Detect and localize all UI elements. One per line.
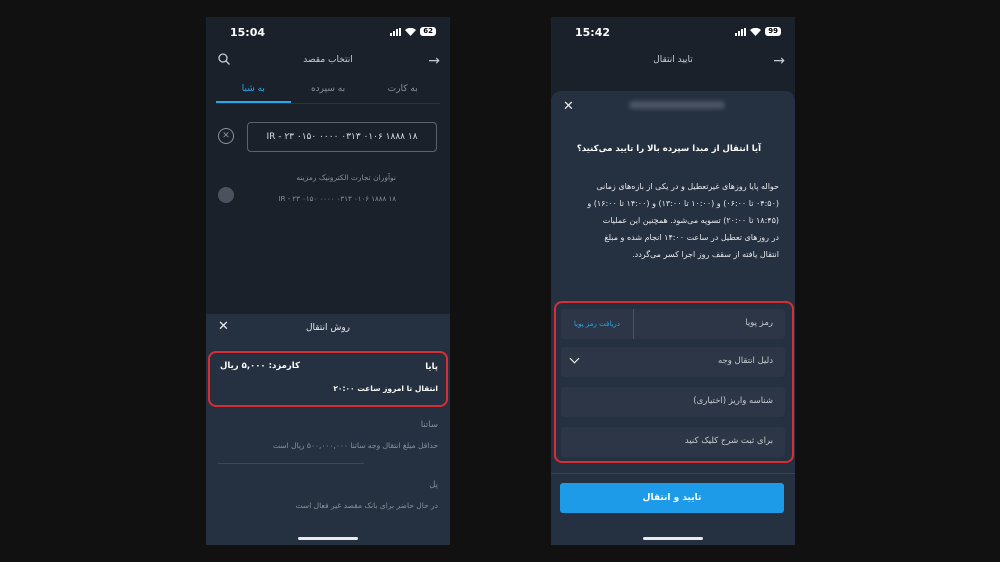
- nav-bar: انتخاب مقصد →: [206, 51, 450, 75]
- back-arrow-icon[interactable]: →: [773, 53, 785, 69]
- confirm-question: آیا انتقال از مبدا سپرده بالا را تایید م…: [576, 144, 761, 154]
- wifi-icon: [405, 27, 417, 36]
- method-desc: در حال حاضر برای بانک مقصد غیر فعال است: [295, 501, 438, 510]
- method-desc: حداقل مبلغ انتقال وجه ساتنا ۵۰۰,۰۰۰,۰۰۰ …: [272, 441, 438, 450]
- destination-owner[interactable]: نوآوران تجارت الکترونیک رمزینه IR - ۲۳ ۰…: [206, 167, 450, 212]
- status-time: 15:04: [230, 26, 266, 39]
- highlight-box: [554, 301, 794, 463]
- owner-name: نوآوران تجارت الکترونیک رمزینه: [296, 173, 396, 182]
- back-arrow-icon[interactable]: →: [428, 53, 440, 69]
- battery-icon: 99: [765, 27, 781, 36]
- close-icon[interactable]: ✕: [563, 99, 574, 114]
- tabs-divider: [216, 103, 440, 104]
- divider: [218, 463, 364, 464]
- phone-screen-left: 15:04 62 انتخاب مقصد → به شبا به سپرده ب…: [206, 17, 450, 545]
- signal-icon: [735, 27, 747, 36]
- tab-deposit[interactable]: به سپرده: [291, 81, 366, 103]
- tab-card[interactable]: به کارت: [365, 81, 440, 103]
- highlight-box: [208, 351, 448, 407]
- iban-input[interactable]: IR - ۲۳ ۰۱۵۰ ۰۰۰۰ ۰۳۱۳ ۰۱۰۶ ۱۸۸۸ ۱۸: [247, 122, 437, 152]
- status-bar: 15:04 62: [206, 17, 450, 49]
- page-title: انتخاب مقصد: [303, 55, 353, 65]
- notice-line: حواله پایا روزهای غیرتعطیل و در یکی از ب…: [596, 182, 779, 191]
- nav-bar: تایید انتقال →: [551, 51, 795, 75]
- signal-icon: [390, 27, 402, 36]
- blurred-account: [629, 101, 725, 109]
- owner-iban: IR - ۲۳ ۰۱۵۰ ۰۰۰۰ ۰۳۱۳ ۰۱۰۶ ۱۸۸۸ ۱۸: [278, 195, 397, 203]
- confirm-transfer-button[interactable]: تایید و انتقال: [560, 483, 784, 513]
- battery-icon: 62: [420, 27, 436, 36]
- method-name: ساتنا: [420, 420, 438, 430]
- tab-sheba[interactable]: به شبا: [216, 81, 291, 103]
- destination-tabs: به شبا به سپرده به کارت: [216, 81, 440, 103]
- divider: [551, 473, 795, 474]
- clear-icon[interactable]: ✕: [218, 128, 234, 144]
- home-indicator: [298, 537, 358, 540]
- phone-screen-right: 15:42 99 تایید انتقال → ✕ آیا انتقال از …: [551, 17, 795, 545]
- method-name: پل: [429, 480, 438, 490]
- paya-notice: حواله پایا روزهای غیرتعطیل و در یکی از ب…: [567, 178, 779, 263]
- notice-line: (۰۴:۵۰ تا ۰۶:۰۰) و (۱۰:۰۰ تا ۱۳:۰۰) و (۱…: [587, 199, 779, 208]
- status-bar: 15:42 99: [551, 17, 795, 49]
- wifi-icon: [750, 27, 762, 36]
- home-indicator: [643, 537, 703, 540]
- transfer-method-sheet: ✕ روش انتقال پایا کارمزد: ۵,۰۰۰ ریال انت…: [206, 314, 450, 545]
- notice-line: در روزهای تعطیل در ساعت ۱۴:۰۰ انجام شده …: [604, 233, 779, 242]
- notice-line: انتقال یافته از سقف روز اجرا کسر می‌گردد…: [632, 250, 779, 259]
- page-title: تایید انتقال: [653, 55, 693, 65]
- method-pol: پل در حال حاضر برای بانک مقصد غیر فعال ا…: [206, 474, 450, 524]
- bank-logo-icon: [218, 187, 234, 203]
- status-time: 15:42: [575, 26, 611, 39]
- notice-line: (۱۸:۴۵ تا ۲۰:۰۰) تسویه می‌شود. همچنین ای…: [602, 216, 779, 225]
- method-satna: ساتنا حداقل مبلغ انتقال وجه ساتنا ۵۰۰,۰۰…: [206, 412, 450, 462]
